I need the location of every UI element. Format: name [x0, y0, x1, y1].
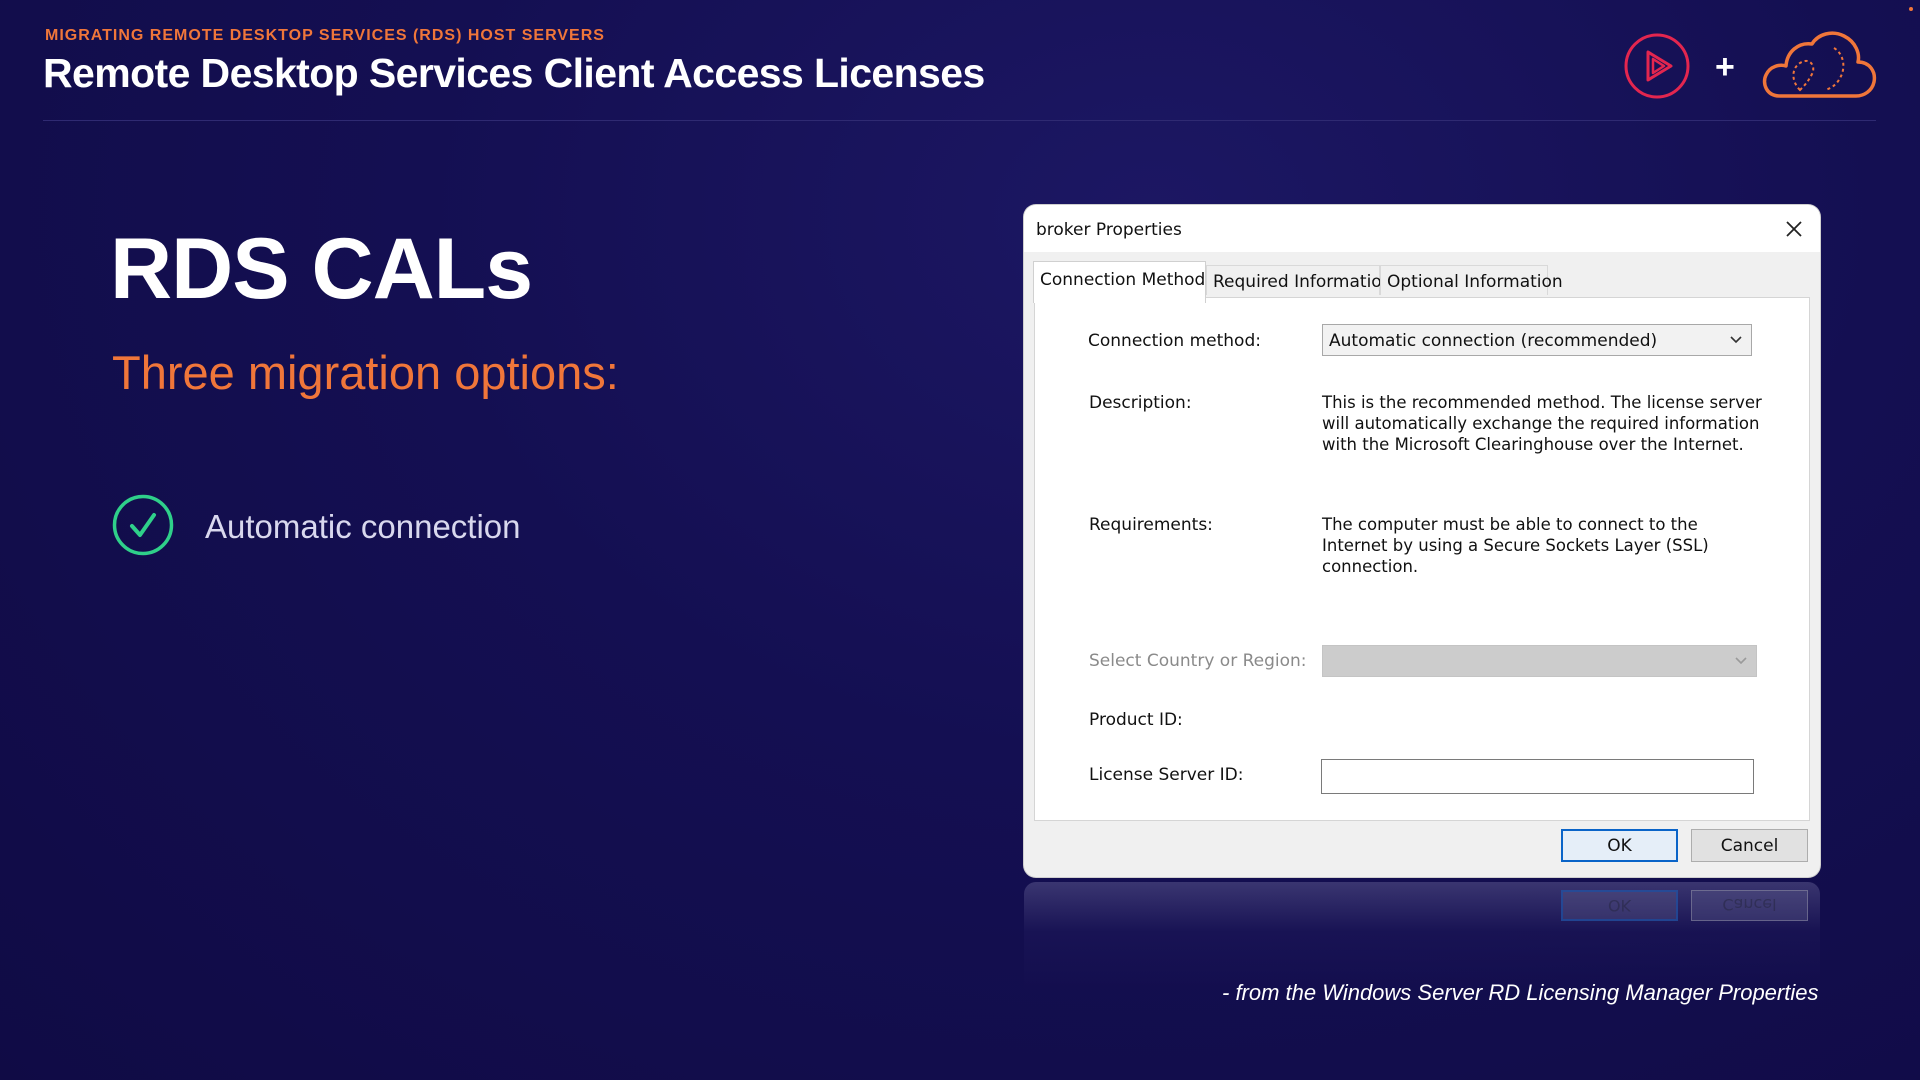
description-label: Description:: [1089, 393, 1192, 413]
ok-button[interactable]: OK: [1561, 829, 1678, 862]
connection-method-select[interactable]: Automatic connection (recommended): [1322, 324, 1752, 356]
slide-subtitle: Three migration options:: [112, 346, 619, 399]
country-region-select[interactable]: [1322, 645, 1757, 677]
cancel-button[interactable]: Cancel: [1691, 829, 1808, 862]
tab-connection-method[interactable]: Connection Method: [1033, 261, 1206, 303]
dialog-titlebar[interactable]: broker Properties: [1024, 205, 1820, 252]
check-circle-icon: [112, 494, 174, 556]
license-server-id-label: License Server ID:: [1089, 765, 1244, 785]
description-text: This is the recommended method. The lice…: [1322, 393, 1762, 454]
chevron-down-icon: [1735, 657, 1747, 665]
slide-title: RDS CALs: [110, 221, 533, 317]
option-automatic-connection: Automatic connection: [205, 508, 521, 545]
tab-optional-information[interactable]: Optional Information: [1380, 265, 1563, 295]
cancel-button-reflection: Cancel: [1691, 890, 1808, 921]
broker-properties-dialog: broker Properties Connection Method Requ…: [1024, 205, 1820, 877]
plus-sign: +: [1715, 48, 1735, 86]
close-icon[interactable]: [1784, 219, 1804, 239]
header-eyebrow: MIGRATING REMOTE DESKTOP SERVICES (RDS) …: [45, 27, 605, 44]
license-server-id-input[interactable]: [1321, 759, 1754, 794]
header-title: Remote Desktop Services Client Access Li…: [43, 50, 985, 96]
play-icon: [1624, 33, 1690, 99]
cancel-button-reflection-label: Cancel: [1722, 895, 1777, 914]
requirements-label: Requirements:: [1089, 515, 1213, 535]
requirements-text: The computer must be able to connect to …: [1322, 515, 1709, 576]
header-divider: [43, 120, 1876, 121]
connection-method-value: Automatic connection (recommended): [1329, 331, 1658, 351]
ok-button-reflection-label: OK: [1607, 896, 1632, 915]
tab-required-information[interactable]: Required Information: [1206, 265, 1392, 295]
country-region-label: Select Country or Region:: [1089, 651, 1307, 671]
ok-button-reflection: OK: [1561, 890, 1678, 921]
dialog-title: broker Properties: [1036, 220, 1182, 240]
source-caption: - from the Windows Server RD Licensing M…: [1222, 980, 1819, 1005]
connection-method-label: Connection method:: [1088, 331, 1261, 351]
corner-accent-dot: [1909, 7, 1913, 11]
product-id-label: Product ID:: [1089, 710, 1183, 730]
cloud-icon: [1762, 31, 1877, 98]
chevron-down-icon: [1730, 336, 1742, 344]
dialog-reflection: OK Cancel: [1024, 882, 1820, 992]
